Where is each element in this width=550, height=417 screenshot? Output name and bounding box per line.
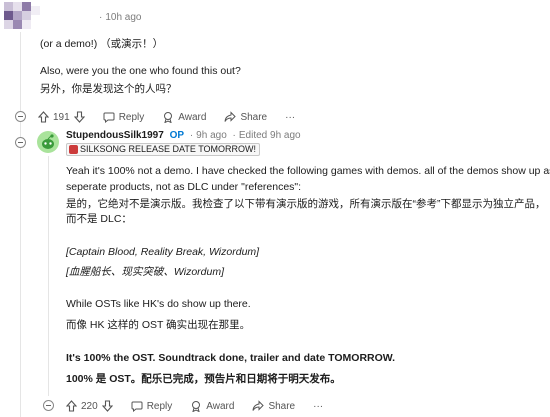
award-icon xyxy=(164,112,173,123)
reply-label: Reply xyxy=(146,400,173,412)
vote-control: 220 xyxy=(66,400,113,412)
comment-actions: 220 Reply Award Share ··· xyxy=(66,398,341,414)
reply-label: Reply xyxy=(118,111,145,123)
comment-text: seperate products, not as DLC under "ref… xyxy=(66,181,302,193)
flair-emoji-icon xyxy=(69,145,78,154)
timestamp: 9h ago xyxy=(196,130,227,141)
share-button[interactable]: Share xyxy=(224,111,267,123)
comment-text: While OSTs like HK's do show up there. xyxy=(66,298,251,310)
comment-meta: · 10h ago xyxy=(99,12,142,23)
share-icon xyxy=(252,400,265,411)
comment-text: Also, were you the one who found this ou… xyxy=(40,65,241,77)
award-label: Award xyxy=(206,400,235,412)
username[interactable]: StupendousSilk1997 xyxy=(66,130,164,141)
reply-button[interactable]: Reply xyxy=(131,400,173,412)
award-button[interactable]: Award xyxy=(162,111,206,123)
flair-text: SILKSONG RELEASE DATE TOMORROW! xyxy=(80,144,257,154)
collapse-toggle[interactable] xyxy=(15,137,26,148)
comment-actions: 191 Reply Award Share ··· xyxy=(38,109,313,125)
comment-text: 是的，它绝对不是演示版。我检查了以下带有演示版的游戏，所有演示版在“参考”下都显… xyxy=(66,198,546,210)
share-icon xyxy=(224,111,237,122)
comment-text: [Captain Blood, Reality Break, Wizordum] xyxy=(66,246,260,258)
comment-text: It's 100% the OST. Soundtrack done, trai… xyxy=(66,352,396,364)
thread-line-child xyxy=(48,156,49,396)
edited-label: Edited 9h ago xyxy=(238,130,301,141)
upvote-icon[interactable] xyxy=(66,400,77,412)
thread-line xyxy=(20,32,21,417)
comment-text: [血腥船长、现实突破、Wizordum] xyxy=(66,266,224,278)
op-badge: OP xyxy=(169,130,185,141)
comment-meta: StupendousSilk1997 OP · 9h ago · Edited 9h… xyxy=(66,130,301,141)
comment-text: 而不是 DLC： xyxy=(66,213,132,225)
avatar[interactable] xyxy=(37,131,59,153)
share-label: Share xyxy=(240,111,268,123)
award-icon xyxy=(192,401,201,412)
vote-control: 191 xyxy=(38,111,85,123)
upvote-icon[interactable] xyxy=(38,111,49,123)
comment-text: 而像 HK 这样的 OST 确实出现在那里。 xyxy=(66,319,251,331)
comment-icon xyxy=(131,401,143,412)
comment-text: 另外，你是发现这个的人吗？ xyxy=(40,83,177,95)
comment-text: Yeah it's 100% not a demo. I have checke… xyxy=(66,165,550,177)
award-button[interactable]: Award xyxy=(190,400,234,412)
downvote-icon[interactable] xyxy=(73,111,85,123)
vote-count: 191 xyxy=(53,111,70,123)
share-button[interactable]: Share xyxy=(252,400,295,412)
reply-button[interactable]: Reply xyxy=(103,111,145,123)
collapse-toggle[interactable] xyxy=(15,111,26,122)
more-options-button[interactable]: ··· xyxy=(285,112,295,123)
downvote-icon[interactable] xyxy=(101,400,113,412)
more-label: ··· xyxy=(313,400,324,412)
collapse-toggle[interactable] xyxy=(43,400,54,411)
comment-text: 100% 是 OST。配乐已完成，预告片和日期将于明天发布。 xyxy=(66,373,341,385)
avatar[interactable] xyxy=(4,2,40,30)
snoo-avatar-icon xyxy=(42,134,54,149)
more-label: ··· xyxy=(285,111,296,123)
timestamp: 10h ago xyxy=(105,12,142,23)
user-flair: SILKSONG RELEASE DATE TOMORROW! xyxy=(66,143,261,156)
vote-count: 220 xyxy=(81,400,98,412)
comment-text: (or a demo!) （或演示！） xyxy=(40,38,164,50)
comment-icon xyxy=(103,112,115,123)
award-label: Award xyxy=(178,111,207,123)
share-label: Share xyxy=(268,400,296,412)
more-options-button[interactable]: ··· xyxy=(313,401,323,412)
